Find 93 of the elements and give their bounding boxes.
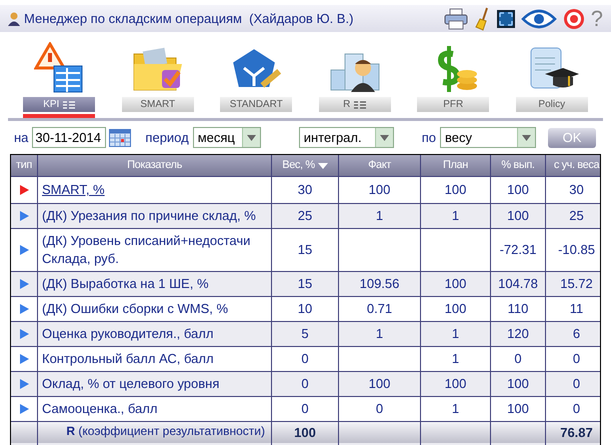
table-cell-text: 1 bbox=[376, 324, 384, 343]
caret-icon bbox=[380, 134, 389, 140]
caret-icon bbox=[246, 134, 256, 140]
total-label: R (коэффициент результативности) bbox=[66, 422, 265, 440]
table-cell-text: -72.31 bbox=[500, 240, 536, 259]
table-cell-text: 1 bbox=[452, 350, 460, 368]
eye-icon[interactable] bbox=[520, 8, 557, 28]
indicator-link[interactable]: SMART, % bbox=[42, 180, 105, 200]
caret-icon bbox=[522, 134, 531, 140]
table-cell-text: 100 bbox=[507, 374, 529, 393]
table-cell-text: 1 bbox=[376, 206, 384, 225]
table-cell-text: -10.85 bbox=[558, 240, 595, 259]
indicator-name: Оценка руководителя., балл bbox=[42, 324, 214, 342]
tab[interactable]: PFR bbox=[417, 97, 490, 112]
table-cell-text: 0 bbox=[514, 350, 522, 368]
table-cell-text: 109.56 bbox=[360, 274, 400, 293]
tab[interactable]: KPI bbox=[23, 97, 96, 112]
by-label: по bbox=[422, 128, 436, 147]
row-marker-icon[interactable] bbox=[20, 278, 28, 288]
calendar-icon[interactable] bbox=[109, 128, 132, 146]
table-cell-text: 15 bbox=[298, 240, 312, 259]
table-cell-text: 1 bbox=[452, 400, 460, 418]
row-marker-icon[interactable] bbox=[20, 354, 28, 364]
indicator-name: Контрольный балл АС, балл bbox=[42, 350, 214, 368]
table-cell-text: 120 bbox=[507, 324, 529, 343]
dropdown-button[interactable] bbox=[242, 128, 260, 147]
table-cell-text: 100 bbox=[368, 374, 390, 393]
help-icon[interactable]: ? bbox=[590, 8, 603, 30]
table-cell-text: 0 bbox=[301, 400, 309, 418]
table-cell-text: 100 bbox=[444, 274, 466, 293]
column-header[interactable]: с уч. веса bbox=[546, 155, 607, 176]
warning-table-icon[interactable] bbox=[34, 42, 84, 94]
table-cell-text: 100 bbox=[507, 181, 529, 199]
row-marker-icon[interactable] bbox=[20, 210, 28, 220]
table-cell-text: 15 bbox=[298, 274, 312, 293]
table-cell-text: 15.72 bbox=[560, 274, 593, 293]
indicator-name: (ДК) Уровень списаний+недостачи Склада, руб. bbox=[42, 232, 252, 268]
indicator-name: (ДК) Урезания по причине склад, % bbox=[42, 206, 256, 224]
table-cell-text: 0 bbox=[572, 400, 580, 418]
table-cell-text: 10 bbox=[298, 300, 312, 318]
indicator-name: Оклад, % от целевого уровня bbox=[42, 374, 220, 392]
window-title: Менеджер по складским операциям (Хайдаров Ю. В.) bbox=[24, 10, 354, 28]
dropdown-button[interactable] bbox=[374, 128, 393, 147]
row-marker-icon[interactable] bbox=[20, 244, 28, 254]
period-label: период bbox=[145, 128, 189, 147]
table-cell-text: 30 bbox=[569, 181, 584, 199]
table-cell-text: 6 bbox=[572, 324, 580, 343]
table-cell-text: 100 bbox=[444, 300, 466, 318]
tab[interactable]: R bbox=[318, 97, 391, 112]
table-cell-text: 100 bbox=[368, 181, 390, 199]
row-marker-icon[interactable] bbox=[20, 184, 28, 195]
table-cell-text: 0 bbox=[376, 400, 384, 418]
tab[interactable]: SMART bbox=[122, 97, 194, 112]
table-cell-text: 100 bbox=[444, 374, 466, 393]
table-cell-text: 0.71 bbox=[366, 300, 392, 318]
table-cell-text: 30 bbox=[298, 181, 312, 199]
table-cell-text: 0 bbox=[301, 350, 309, 368]
table-cell-text: 25 bbox=[298, 206, 312, 225]
target-icon[interactable] bbox=[562, 8, 585, 30]
table-cell-text: 110 bbox=[508, 300, 528, 318]
table-cell-text: 100 bbox=[507, 400, 529, 418]
tab[interactable]: Policy bbox=[516, 97, 588, 112]
row-marker-icon[interactable] bbox=[20, 304, 28, 314]
table-cell-text: 0 bbox=[301, 374, 309, 393]
table-cell-text: 100 bbox=[507, 206, 529, 225]
indicator-name: (ДК) Выработка на 1 ШЕ, % bbox=[42, 274, 209, 292]
table-cell-text: 0 bbox=[572, 374, 580, 393]
row-marker-icon[interactable] bbox=[20, 328, 28, 338]
table-cell-text: 1 bbox=[452, 324, 460, 343]
table-cell-text: 11 bbox=[570, 300, 584, 318]
table-cell-text: 100 bbox=[444, 181, 466, 199]
fullscreen-icon[interactable] bbox=[496, 10, 515, 28]
date-label: на bbox=[14, 128, 28, 147]
row-marker-icon[interactable] bbox=[20, 378, 28, 388]
tab[interactable]: STANDART bbox=[220, 97, 292, 112]
table-cell-text: 1 bbox=[452, 206, 460, 225]
table-cell-text: 104.78 bbox=[498, 274, 538, 293]
printer-icon[interactable] bbox=[442, 8, 469, 30]
indicator-name: (ДК) Ошибки сборки с WMS, % bbox=[42, 300, 228, 318]
row-marker-icon[interactable] bbox=[20, 404, 28, 414]
broom-icon[interactable] bbox=[474, 6, 491, 30]
indicator-name: Самооценка., балл bbox=[42, 400, 158, 418]
dropdown-button[interactable] bbox=[517, 128, 535, 147]
total-value: 100 bbox=[294, 424, 316, 442]
total-value: 76.87 bbox=[560, 424, 593, 442]
date-field[interactable]: 30-11-2014 bbox=[32, 127, 106, 148]
select-field[interactable]: месяц bbox=[192, 127, 261, 148]
table-cell-text: 5 bbox=[301, 324, 309, 343]
table-cell-text: 0 bbox=[572, 350, 580, 368]
select-field[interactable]: интеграл. bbox=[298, 127, 394, 148]
table-cell-text: 25 bbox=[569, 206, 584, 225]
user-icon bbox=[8, 12, 20, 26]
select-field[interactable]: весу bbox=[440, 127, 536, 148]
